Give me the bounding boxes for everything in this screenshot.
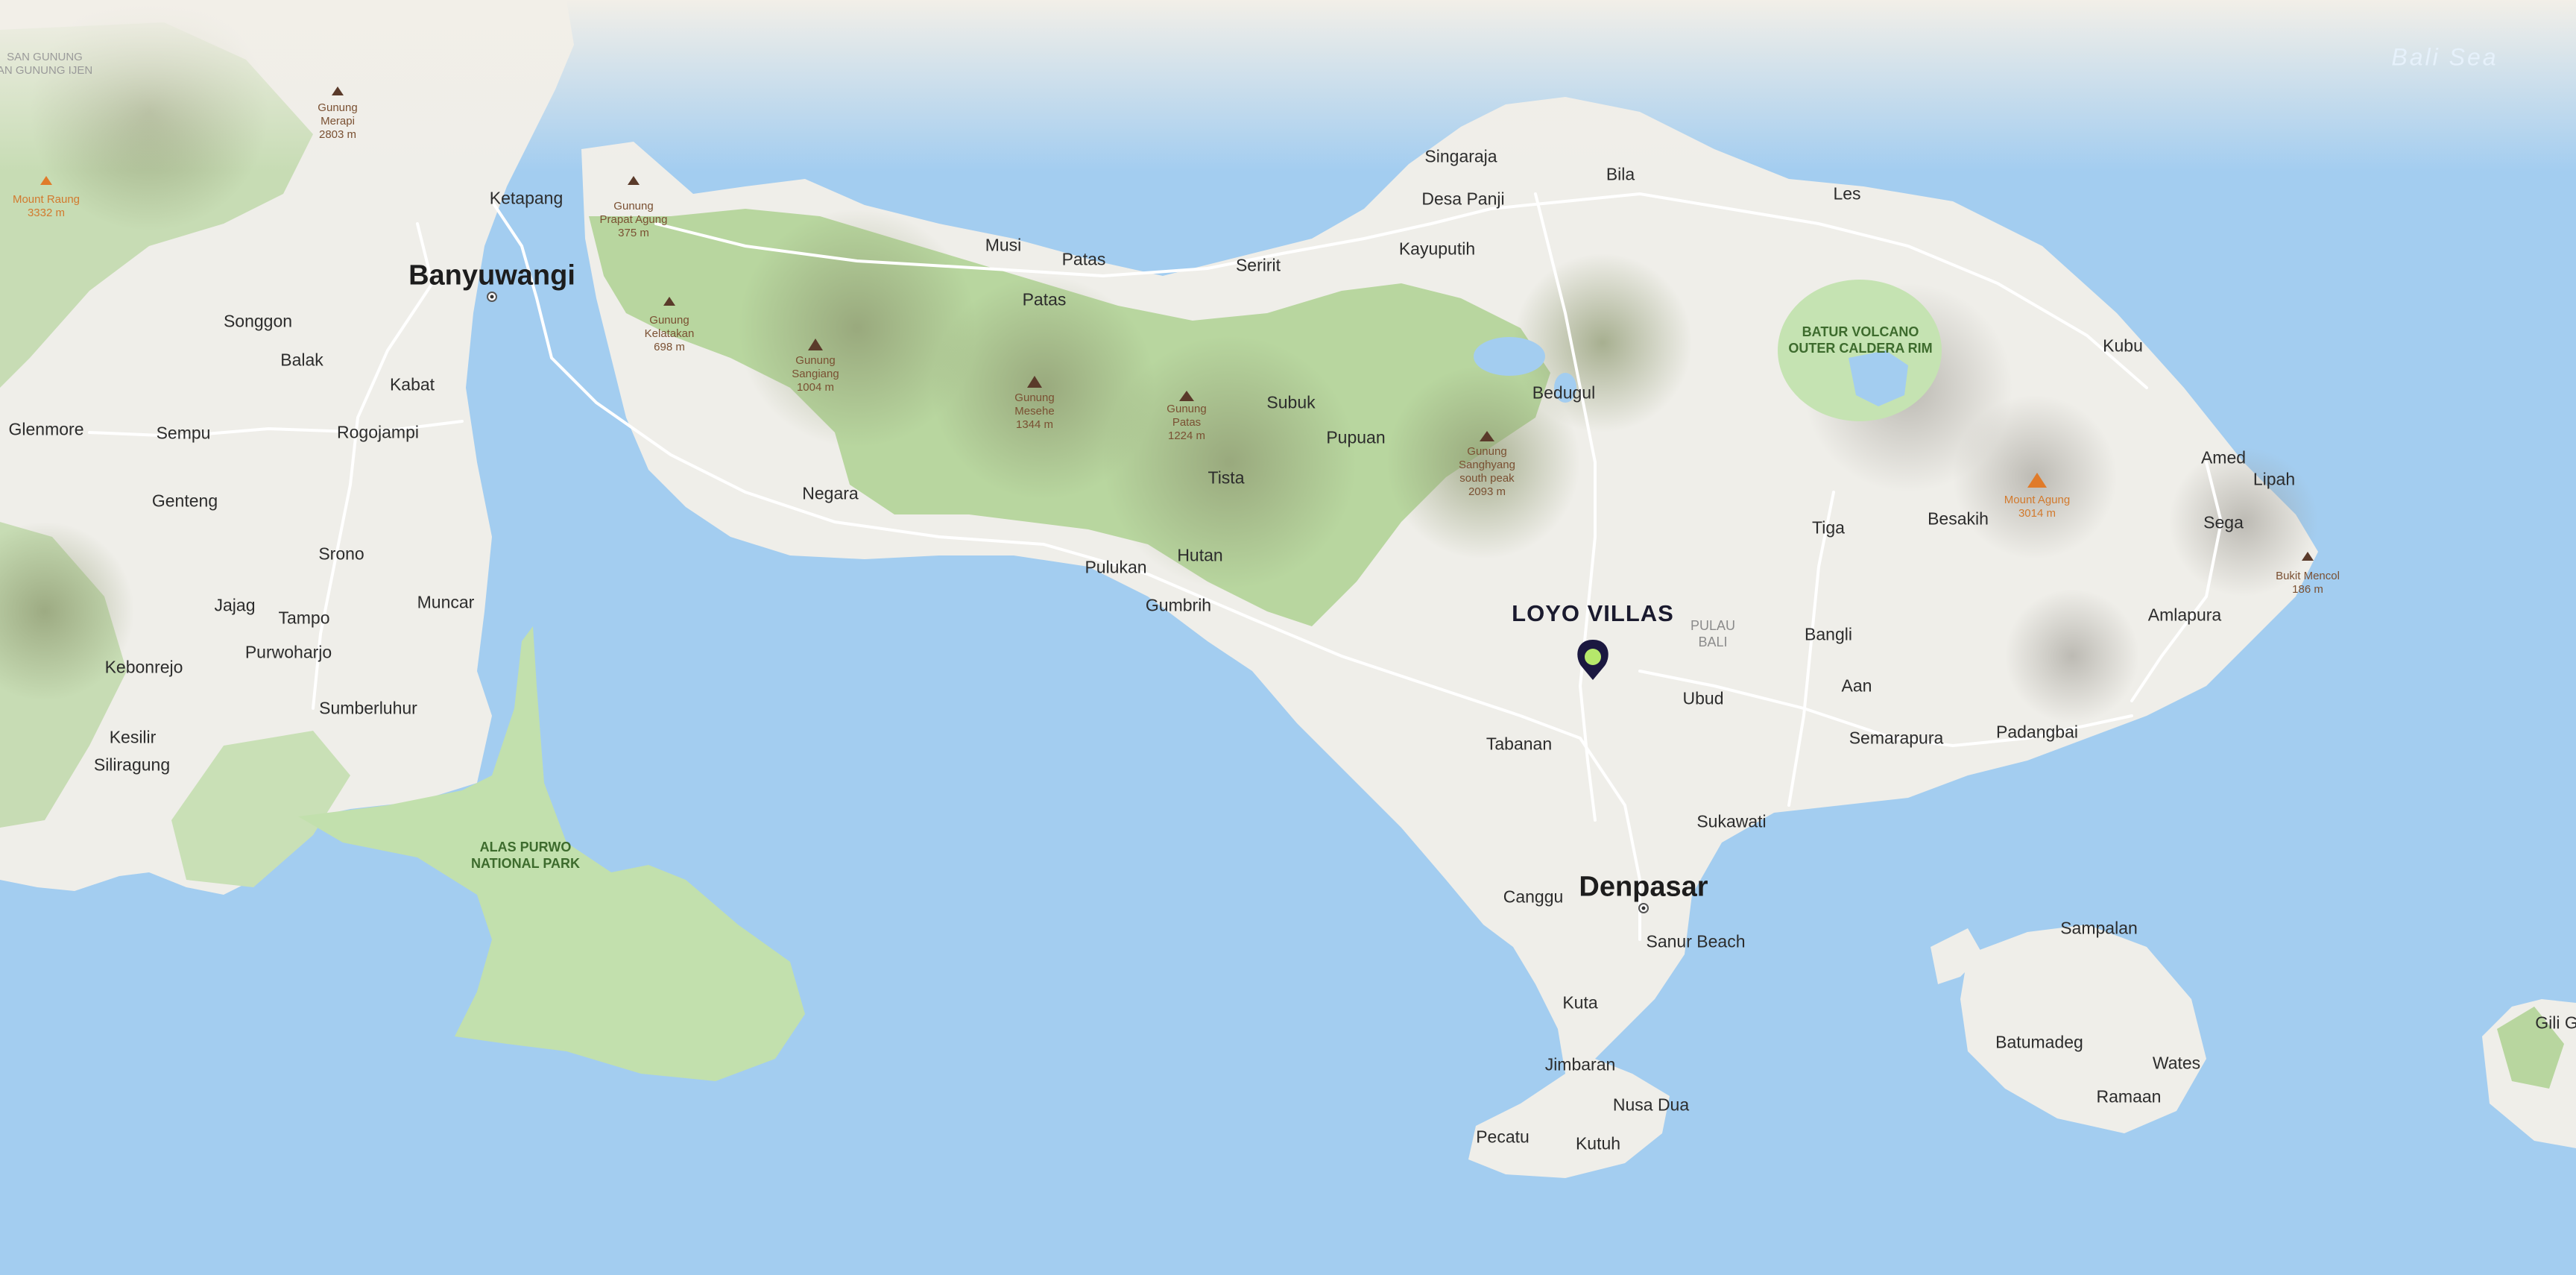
town-label: Batumadeg (1995, 1032, 2083, 1052)
map-base-layer (0, 0, 2576, 1275)
town-label: Sanur Beach (1646, 931, 1746, 951)
peak-label: Gunung Patas 1224 m (1167, 403, 1207, 442)
town-label: Pulukan (1085, 557, 1147, 577)
town-label: Tabanan (1486, 734, 1553, 754)
town-label: Tiga (1812, 517, 1845, 538)
lake-bedugul (1474, 337, 1545, 376)
town-label: Besakih (1928, 509, 1989, 529)
town-label: Desa Panji (1421, 189, 1505, 209)
peak-label: Gunung Kelatakan 698 m (644, 314, 695, 353)
sea-label: Bali Sea (2391, 43, 2498, 71)
poi-label-loyo-villas[interactable]: LOYO VILLAS (1512, 600, 1674, 627)
town-label: Purwoharjo (244, 642, 332, 662)
town-label: Patas (1061, 249, 1106, 269)
town-label: Gumbrih (1145, 595, 1212, 615)
town-label: Tampo (278, 608, 330, 628)
peak-label: Gunung Sanghyang south peak 2093 m (1459, 445, 1515, 498)
town-label: Lipah (2253, 469, 2296, 489)
town-label: Ubud (1682, 688, 1724, 708)
peak-label: Gunung Merapi 2803 m (318, 101, 358, 141)
town-label: Muncar (417, 592, 475, 612)
town-label: Kutuh (1575, 1133, 1621, 1153)
town-label: Padangbai (1996, 722, 2078, 742)
town-label: Gili G (2535, 1013, 2576, 1033)
region-label-pulau-bali: PULAU BALI (1690, 618, 1736, 649)
town-label: Songgon (223, 311, 293, 331)
park-label-alas-purwo: ALAS PURWO NATIONAL PARK (471, 840, 580, 871)
town-label: Musi (985, 235, 1022, 255)
town-label: Singaraja (1424, 146, 1497, 166)
town-label: Kubu (2103, 336, 2143, 356)
peak-label: Gunung Mesehe 1344 m (1014, 391, 1055, 431)
town-label: Pecatu (1476, 1127, 1530, 1147)
town-label: Glenmore (8, 419, 84, 439)
town-label: Pupuan (1326, 427, 1386, 447)
town-label: Sampalan (2060, 918, 2138, 938)
town-label: Kesilir (109, 727, 157, 747)
town-label: Nusa Dua (1612, 1095, 1690, 1115)
map-canvas[interactable]: Bali Sea LOYO VILLAS Banyuwangi Denpasar… (0, 0, 2576, 1275)
town-label: Kebonrejo (104, 657, 183, 677)
town-label: Amlapura (2147, 605, 2222, 625)
town-label: Sukawati (1696, 811, 1767, 831)
town-label: Subuk (1266, 392, 1316, 412)
town-label: Kuta (1562, 992, 1598, 1013)
town-label: Jimbaran (1544, 1054, 1616, 1074)
town-label: Kabat (389, 374, 435, 394)
peak-label: Gunung Prapat Agung 375 m (599, 200, 668, 239)
park-label-batur: BATUR VOLCANO OUTER CALDERA RIM (1788, 324, 1933, 356)
town-label: Balak (280, 350, 323, 370)
town-label: Srono (318, 544, 364, 564)
town-label: Tista (1208, 468, 1245, 488)
town-label: Seririt (1235, 255, 1281, 275)
town-label: Canggu (1503, 887, 1564, 907)
town-label: Ketapang (489, 188, 564, 208)
town-label: Hutan (1177, 545, 1223, 565)
town-label: Genteng (151, 491, 218, 511)
town-label: Negara (802, 483, 859, 503)
town-label: Aan (1841, 676, 1872, 696)
town-label: Amed (2200, 447, 2247, 468)
town-label: Sumberluhur (319, 698, 417, 718)
town-label: Rogojampi (337, 422, 419, 442)
town-label: Bedugul (1532, 382, 1596, 403)
town-label: Semarapura (1849, 728, 1944, 748)
town-label: Sega (2203, 512, 2244, 532)
peak-label-ijen: SAN GUNUNG AN GUNUNG IJEN (0, 51, 93, 77)
city-label-banyuwangi: Banyuwangi (408, 259, 575, 292)
peak-label: Bukit Mencol 186 m (2276, 570, 2340, 596)
town-label: Les (1833, 183, 1861, 204)
peak-label-mount-raung: Mount Raung 3332 m (12, 193, 80, 219)
town-label: Sempu (156, 423, 211, 443)
town-label: Patas (1022, 289, 1067, 309)
town-label: Kayuputih (1398, 239, 1476, 259)
town-label: Jajag (214, 595, 256, 615)
town-label: Bila (1606, 164, 1635, 184)
town-label: Bangli (1805, 624, 1852, 644)
town-label: Ramaan (2096, 1086, 2162, 1106)
city-label-denpasar: Denpasar (1579, 871, 1708, 903)
town-label: Wates (2152, 1053, 2201, 1073)
peak-label-mount-agung: Mount Agung 3014 m (2004, 494, 2071, 520)
town-label: Siliragung (93, 755, 171, 775)
peak-label: Gunung Sangiang 1004 m (792, 354, 839, 394)
